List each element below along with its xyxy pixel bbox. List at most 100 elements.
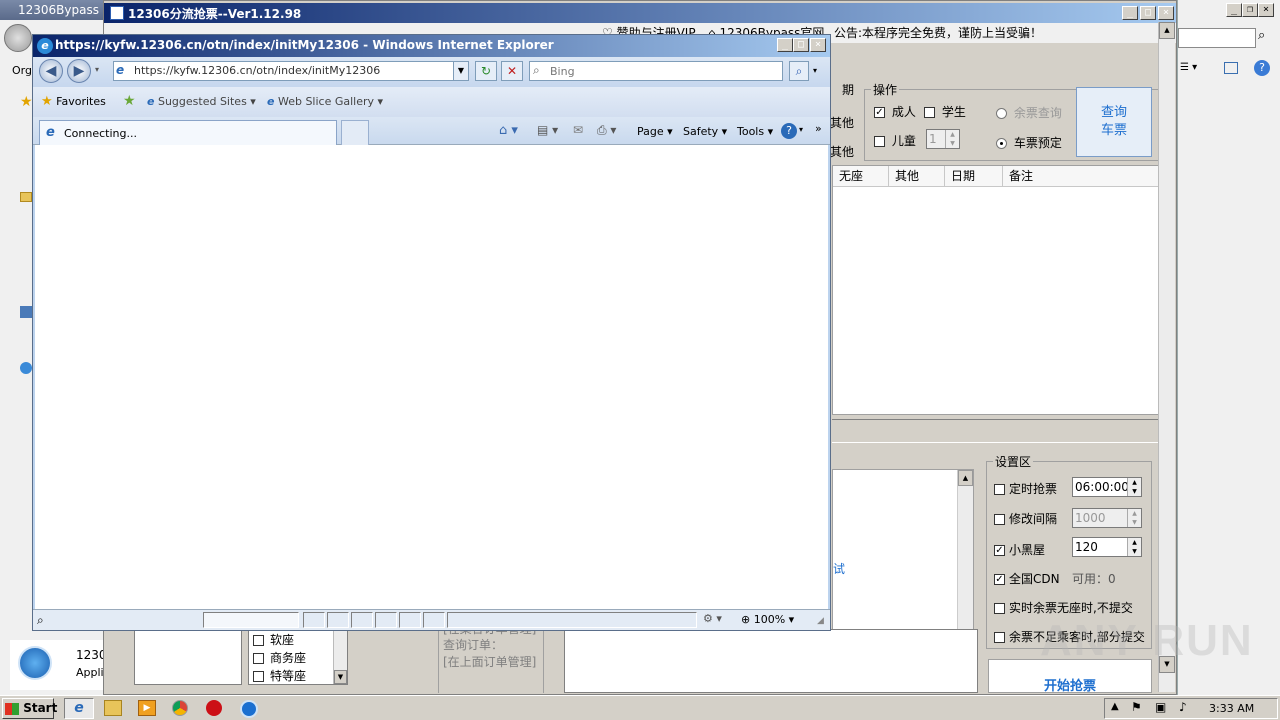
right-close-button[interactable]: ×: [1258, 3, 1274, 17]
ie-stop-button[interactable]: ✕: [501, 61, 523, 81]
scroll-up-icon[interactable]: ▲: [958, 470, 973, 486]
col-date[interactable]: 日期: [945, 166, 1003, 186]
ie-new-tab-button[interactable]: [341, 120, 369, 145]
ticket-booking-radio[interactable]: 车票预定: [996, 134, 1062, 151]
scrollbar-up-icon[interactable]: ▲: [1159, 22, 1175, 39]
ie-content-area[interactable]: [35, 145, 828, 609]
start-button[interactable]: Start: [2, 698, 57, 719]
add-favorites-icon[interactable]: ★: [123, 93, 136, 109]
protected-mode-icon[interactable]: ⚙ ▾: [703, 612, 722, 625]
zoom-control[interactable]: ⊕ 100% ▾: [741, 613, 794, 626]
tools-menu[interactable]: Tools ▾: [737, 125, 773, 138]
timed-grab-checkbox[interactable]: 定时抢票: [994, 480, 1057, 497]
order-panel: [564, 629, 978, 693]
bg-organize-label[interactable]: Org: [12, 64, 32, 77]
tray-flag-icon[interactable]: ⚑: [1131, 700, 1142, 714]
ie-back-button[interactable]: ◀: [39, 59, 63, 83]
clock[interactable]: 3:33 AM: [1209, 702, 1254, 715]
modify-interval-checkbox[interactable]: 修改间隔: [994, 510, 1057, 527]
col-remark[interactable]: 备注: [1003, 166, 1159, 186]
national-cdn-checkbox[interactable]: ✓ 全国CDN: [994, 570, 1060, 587]
ie-chevron-icon[interactable]: »: [815, 122, 822, 135]
globe-icon: [20, 362, 32, 374]
ie-tab-active[interactable]: e Connecting...: [39, 120, 337, 145]
blackroom-input[interactable]: 120 ▲ ▼: [1072, 537, 1142, 557]
favorites-button[interactable]: ★ Favorites: [41, 94, 106, 109]
resize-grip-icon[interactable]: ◢: [817, 616, 824, 626]
app-icon: [18, 646, 52, 680]
scroll-down-icon[interactable]: ▼: [334, 670, 347, 684]
ie-recent-pages-icon[interactable]: ▾: [95, 65, 99, 74]
ie-search-button[interactable]: ⌕: [789, 61, 809, 81]
ie-forward-button[interactable]: ▶: [67, 59, 91, 83]
ie-address-dropdown[interactable]: ▼: [453, 61, 469, 81]
desktop-item[interactable]: 1230 Appli: [10, 640, 110, 690]
seat-list-scrollbar[interactable]: ▼: [333, 630, 347, 684]
ie-address-text[interactable]: https://kyfw.12306.cn/otn/index/initMy12…: [134, 64, 380, 77]
help-icon[interactable]: ?: [1254, 60, 1270, 76]
seat-type-special[interactable]: 特等座: [253, 667, 306, 684]
taskbar-explorer-icon[interactable]: [104, 700, 122, 716]
timed-grab-time-input[interactable]: 06:00:00 ▲ ▼: [1072, 477, 1142, 497]
minimize-button[interactable]: _: [1122, 6, 1138, 20]
ie-address-bar[interactable]: e https://kyfw.12306.cn/otn/index/initMy…: [113, 61, 469, 81]
ie-search-placeholder: Bing: [550, 65, 575, 78]
taskbar-ie-icon[interactable]: e: [64, 698, 94, 719]
col-no-seat[interactable]: 无座: [833, 166, 889, 186]
child-count-stepper[interactable]: 1 ▲ ▼: [926, 129, 960, 149]
home-icon[interactable]: ⌂ ▾: [499, 123, 518, 138]
taskbar-opera-icon[interactable]: [206, 700, 222, 716]
search-icon[interactable]: ⌕: [1258, 28, 1278, 48]
order-info-line2: 查询订单：: [443, 638, 504, 652]
ie-help-icon[interactable]: ?: [781, 123, 797, 139]
seat-type-business[interactable]: 商务座: [253, 649, 306, 666]
list-box-left[interactable]: [134, 629, 242, 685]
preview-pane-icon[interactable]: [1224, 62, 1238, 74]
right-search-box[interactable]: [1178, 28, 1256, 48]
right-minimize-button[interactable]: _: [1226, 3, 1242, 17]
no-seat-option-checkbox[interactable]: 实时余票无座时,不提交: [994, 599, 1133, 616]
adult-checkbox[interactable]: ✓ 成人: [874, 103, 916, 120]
tray-expand-icon[interactable]: ▲: [1111, 701, 1119, 712]
child-checkbox[interactable]: 儿童: [874, 132, 916, 149]
ie-tab-row: e Connecting... ⌂ ▾ ▤ ▾ ✉ ⎙ ▾ Page ▾ Saf…: [33, 117, 830, 145]
ie-maximize-button[interactable]: □: [793, 38, 809, 52]
mail-icon[interactable]: ✉: [573, 123, 583, 137]
ie-search-box[interactable]: ⌕ Bing: [529, 61, 783, 81]
taskbar-chrome-icon[interactable]: [172, 700, 188, 716]
order-info-line3[interactable]: [在上面订单管理]: [443, 654, 543, 671]
col-other[interactable]: 其他: [889, 166, 945, 186]
taskbar-media-icon[interactable]: ▶: [138, 700, 156, 716]
print-icon[interactable]: ⎙ ▾: [597, 123, 616, 138]
interval-input[interactable]: 1000 ▲ ▼: [1072, 508, 1142, 528]
query-tickets-button[interactable]: 查询 车票: [1076, 87, 1152, 157]
ie-minimize-button[interactable]: _: [777, 38, 793, 52]
right-restore-button[interactable]: ❐: [1242, 3, 1258, 17]
tray-network-icon[interactable]: ▣: [1155, 700, 1166, 714]
bg-window-titlebar[interactable]: 12306Bypass -: [0, 0, 110, 20]
ie-close-button[interactable]: ×: [810, 38, 826, 52]
app-titlebar[interactable]: 12306分流抢票--Ver1.12.98 _ □ ×: [104, 3, 1176, 23]
log-link[interactable]: 试: [833, 560, 845, 577]
safety-menu[interactable]: Safety ▾: [683, 125, 727, 138]
blackroom-checkbox[interactable]: ✓ 小黑屋: [994, 541, 1045, 558]
student-checkbox[interactable]: 学生: [924, 103, 966, 120]
tray-volume-icon[interactable]: ♪: [1179, 700, 1187, 714]
seat-type-soft[interactable]: 软座: [253, 631, 294, 648]
page-menu[interactable]: Page ▾: [637, 125, 673, 138]
remaining-query-radio[interactable]: 余票查询: [996, 104, 1062, 121]
maximize-button[interactable]: □: [1140, 6, 1156, 20]
suggested-sites-link[interactable]: e Suggested Sites ▾: [147, 95, 256, 108]
bg-back-button[interactable]: [4, 24, 32, 52]
close-button[interactable]: ×: [1158, 6, 1174, 20]
ie-refresh-button[interactable]: ↻: [475, 61, 497, 81]
view-options-icon[interactable]: ☰ ▾: [1180, 62, 1197, 73]
app-scrollbar[interactable]: ▲ ▼: [1158, 22, 1175, 692]
taskbar-12306-icon[interactable]: [240, 700, 258, 718]
ie-help-dropdown[interactable]: ▾: [799, 125, 803, 134]
ie-titlebar[interactable]: e https://kyfw.12306.cn/otn/index/initMy…: [33, 35, 830, 57]
web-slice-gallery-link[interactable]: e Web Slice Gallery ▾: [267, 95, 383, 108]
app-title-icon: [110, 6, 124, 20]
feeds-icon[interactable]: ▤ ▾: [537, 123, 558, 137]
ie-search-options-icon[interactable]: ▾: [809, 61, 821, 81]
